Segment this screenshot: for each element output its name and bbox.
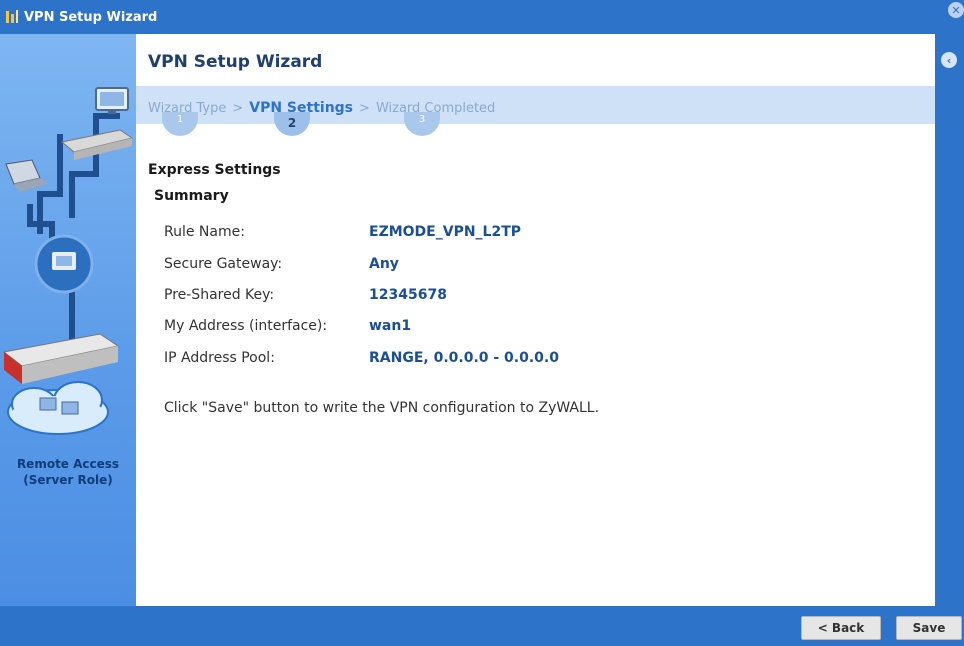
sidebar: Remote Access (Server Role) [0,34,136,606]
step-number-2: 2 [274,112,310,136]
summary-row-secure-gateway: Secure Gateway: Any [164,256,399,272]
summary-title: Summary [154,188,229,204]
summary-row-ip-address-pool: IP Address Pool: RANGE, 0.0.0.0 - 0.0.0.… [164,350,559,366]
wizard-icon [2,7,22,27]
save-instruction: Click "Save" button to write the VPN con… [164,400,600,416]
summary-row-pre-shared-key: Pre-Shared Key: 12345678 [164,287,447,303]
summary-label: My Address (interface): [164,318,328,334]
summary-row-rule-name: Rule Name: EZMODE_VPN_L2TP [164,224,521,240]
summary-value: EZMODE_VPN_L2TP [369,224,522,240]
summary-value: 12345678 [369,287,447,303]
step-separator: > [232,100,244,116]
title-bar: VPN Setup Wizard ✕ [0,0,964,34]
summary-label: Pre-Shared Key: [164,287,275,303]
close-icon[interactable]: ✕ [948,2,964,18]
summary-value: RANGE, 0.0.0.0 - 0.0.0.0 [369,350,559,366]
step-number-3: 3 [404,112,440,136]
summary-label: IP Address Pool: [164,350,275,366]
network-topology-icon [2,87,134,435]
role-line-2: (Server Role) [23,473,113,487]
collapse-icon[interactable]: ‹ [941,52,957,68]
save-button[interactable]: Save [896,616,962,640]
summary-row-my-address: My Address (interface): wan1 [164,318,411,334]
step-number-1: 1 [162,112,198,136]
summary-label: Rule Name: [164,224,245,240]
page-title: VPN Setup Wizard [148,52,323,72]
breadcrumb: Wizard Type > VPN Settings > Wizard Comp… [148,100,495,116]
summary-value: Any [369,256,399,272]
summary-label: Secure Gateway: [164,256,283,272]
footer-bar: < Back Save [0,606,964,646]
back-button[interactable]: < Back [801,616,881,640]
summary-value: wan1 [369,318,412,334]
express-settings-title: Express Settings [148,162,281,178]
role-line-1: Remote Access [16,457,120,471]
right-panel-bar: ‹ [935,34,964,606]
role-label: Remote Access (Server Role) [0,456,136,488]
step-separator: > [359,100,370,116]
window-title: VPN Setup Wizard [24,9,158,25]
main-panel: VPN Setup Wizard Wizard Type > VPN Setti… [136,34,935,606]
